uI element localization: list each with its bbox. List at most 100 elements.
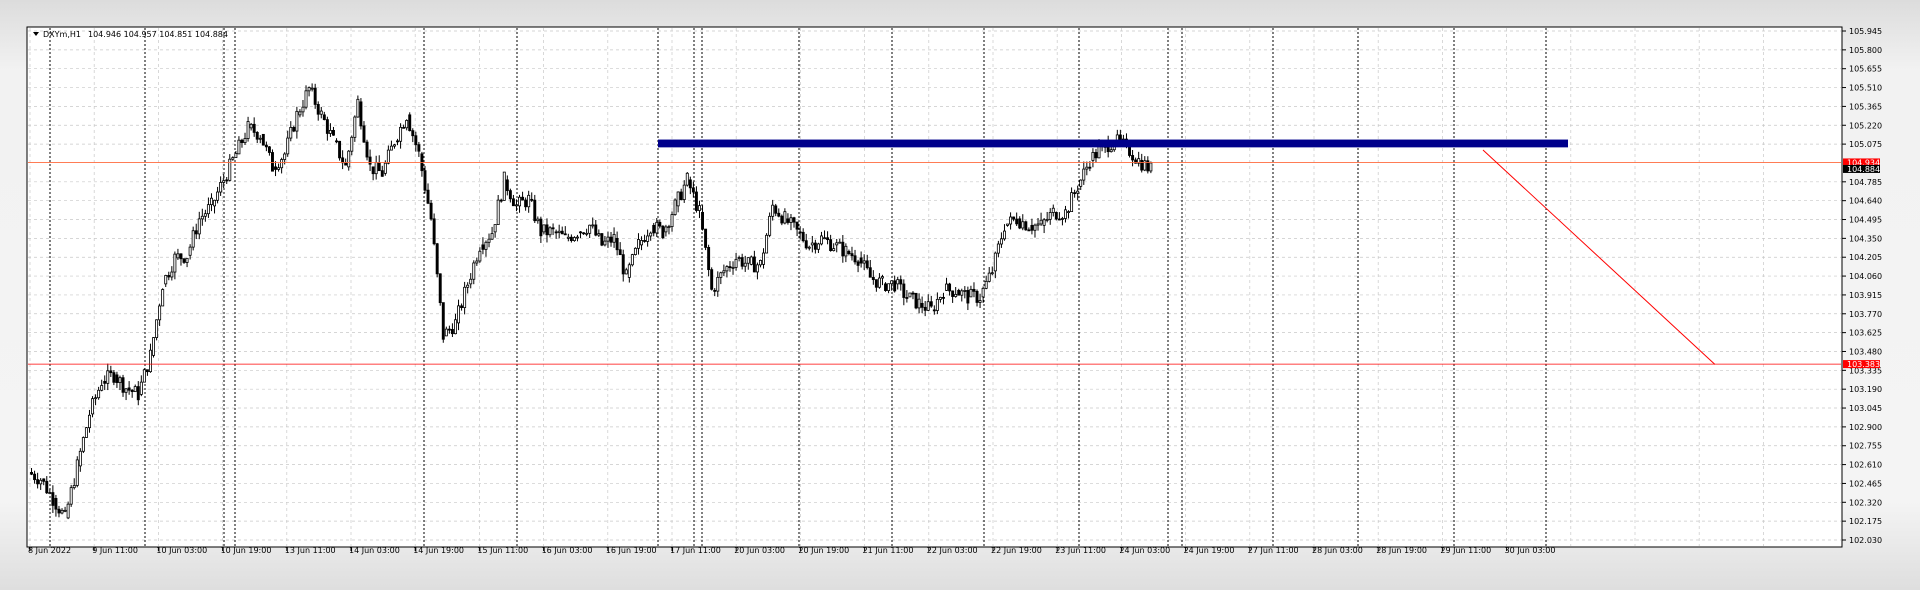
candle-body [118, 377, 122, 383]
candle-body [377, 161, 381, 172]
candle-body [993, 252, 997, 272]
candle-body [167, 275, 171, 278]
candle-body [493, 224, 497, 233]
candle-body [423, 170, 427, 191]
candle-body [945, 283, 948, 291]
candle-body [618, 249, 622, 256]
price-tick-label: 104.785 [1849, 178, 1882, 187]
candle-body [640, 240, 643, 246]
candle-body [405, 120, 409, 129]
candle-body [106, 370, 110, 384]
candle-body [1067, 211, 1070, 214]
candle-body [60, 509, 64, 514]
candle-body [713, 289, 717, 292]
candle-body [890, 280, 894, 285]
candle-body [740, 257, 744, 267]
candle-body [515, 204, 518, 207]
candle-body [975, 290, 979, 303]
candle-body [121, 377, 125, 393]
candle-body [478, 250, 482, 262]
candle-body [743, 262, 747, 267]
candle-body [774, 205, 778, 214]
candle-body [606, 236, 610, 242]
candle-body [158, 305, 162, 321]
candle-body [310, 87, 314, 90]
candle-body [1036, 223, 1040, 226]
time-tick-label: 13 Jun 11:00 [285, 546, 336, 555]
candle-body [862, 260, 866, 264]
time-tick-label: 23 Jun 11:00 [1055, 546, 1106, 555]
candle-body [240, 139, 244, 143]
candle-body [1094, 152, 1098, 159]
candle-body [569, 236, 573, 242]
candle-body [591, 224, 595, 227]
candle-body [338, 140, 342, 159]
candle-body [725, 266, 729, 272]
candle-body [210, 197, 213, 206]
candle-body [597, 233, 601, 236]
price-chart[interactable]: 105.945 105.800 105.655 105.510 105.365 105.2… [0, 0, 1920, 590]
candle-body [280, 159, 284, 169]
price-tick-label: 105.220 [1849, 121, 1882, 130]
candle-body [505, 179, 509, 192]
candle-body [51, 492, 55, 506]
candle-body [762, 252, 765, 265]
candle-body [734, 258, 738, 268]
candle-body [682, 184, 686, 200]
candle-body [261, 133, 265, 146]
price-tick-label: 103.480 [1849, 347, 1882, 356]
candle-body [585, 232, 589, 235]
candle-body [91, 398, 94, 415]
candle-body [960, 290, 964, 296]
candle-body [856, 261, 860, 266]
candle-body [978, 300, 982, 303]
candle-body [173, 253, 177, 273]
candle-body [304, 90, 308, 108]
candle-body [237, 139, 241, 155]
candle-body [454, 319, 457, 335]
candle-body [1051, 207, 1055, 213]
candle-body [469, 278, 473, 285]
candle-body [332, 129, 335, 136]
candle-body [545, 224, 549, 236]
candle-body [551, 227, 555, 230]
candle-body [871, 276, 875, 281]
candle-body [1140, 159, 1144, 171]
candle-body [88, 414, 91, 429]
candle-body [832, 248, 836, 252]
price-tick-label: 105.510 [1849, 84, 1882, 93]
candle-body [542, 224, 546, 233]
candle-body [1064, 209, 1067, 219]
candle-body [996, 243, 1000, 254]
candle-body [271, 152, 274, 172]
candle-body [246, 121, 250, 139]
time-tick-label: 21 Jun 11:00 [863, 546, 914, 555]
candle-body [972, 288, 976, 292]
symbol-label: DXYm,H1 [43, 30, 81, 39]
candle-body [328, 129, 332, 134]
candle-body [789, 217, 793, 223]
ohlc-label: 104.946 104.957 104.851 104.884 [88, 30, 228, 39]
candle-body [816, 243, 820, 250]
price-tick-label: 102.320 [1849, 498, 1882, 507]
candle-body [380, 170, 384, 177]
candle-body [963, 290, 967, 292]
time-tick-label: 27 Jun 11:00 [1248, 546, 1299, 555]
price-tick-label: 103.770 [1849, 310, 1882, 319]
candle-body [560, 230, 564, 235]
time-tick-label: 10 Jun 19:00 [221, 546, 272, 555]
candle-body [319, 110, 323, 115]
candle-body [368, 156, 372, 165]
chart-area[interactable] [26, 26, 1843, 548]
candle-body [170, 271, 174, 278]
candle-body [826, 237, 830, 241]
candle-body [142, 369, 146, 383]
candle-body [731, 266, 735, 269]
price-tick-label: 104.350 [1849, 234, 1882, 243]
candle-body [182, 258, 186, 263]
candle-body [1128, 146, 1131, 156]
resistance-zone [658, 139, 1568, 148]
time-tick-label: 22 Jun 03:00 [927, 546, 978, 555]
candle-body [795, 221, 799, 230]
candle-body [399, 126, 403, 142]
